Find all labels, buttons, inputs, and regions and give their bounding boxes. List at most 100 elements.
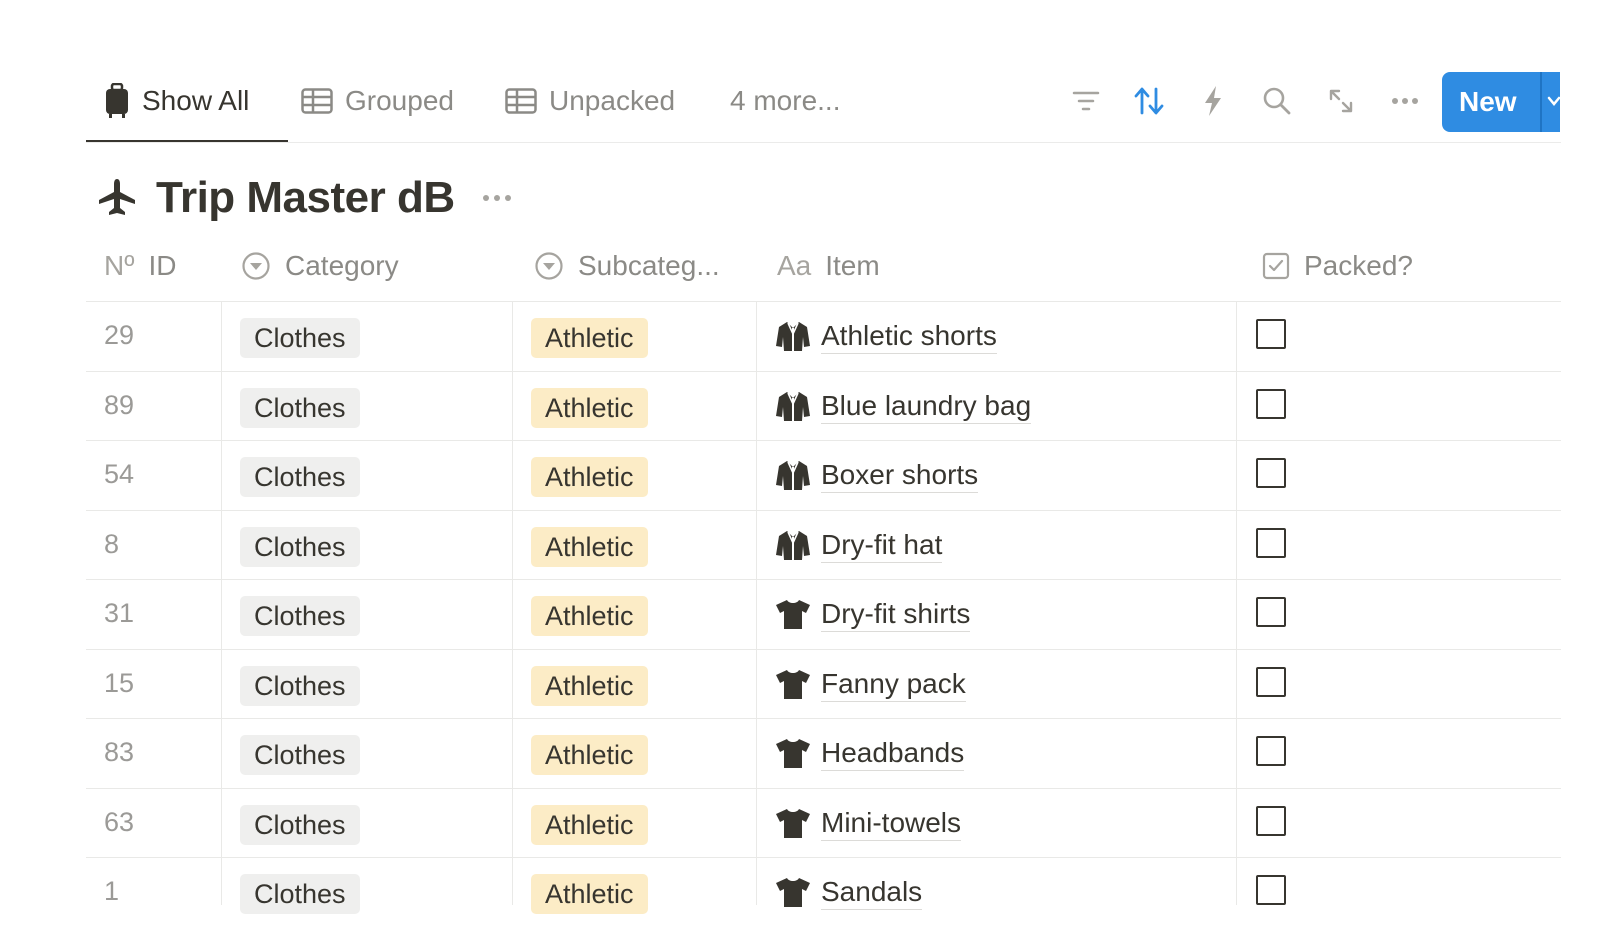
expand-icon	[1329, 89, 1353, 113]
column-header-id[interactable]: Nº ID	[104, 244, 176, 288]
subcategory-tag[interactable]: Athletic	[531, 666, 648, 706]
subcategory-tag[interactable]: Athletic	[531, 874, 648, 914]
title-more-button[interactable]	[481, 193, 513, 203]
expand-button[interactable]	[1324, 84, 1358, 118]
packed-checkbox[interactable]	[1256, 806, 1286, 836]
sort-button[interactable]	[1132, 84, 1166, 118]
item-name: Dry-fit shirts	[821, 597, 971, 632]
tab-unpacked[interactable]: Unpacked	[505, 78, 675, 124]
select-icon	[241, 251, 271, 281]
item-link[interactable]: Blue laundry bag	[773, 386, 1032, 426]
column-header-category[interactable]: Category	[241, 244, 399, 288]
table-row[interactable]: 83 Clothes Athletic Headbands	[0, 719, 1607, 788]
item-link[interactable]: Dry-fit shirts	[773, 594, 971, 634]
filter-icon	[1072, 91, 1100, 111]
subcategory-tag[interactable]: Athletic	[531, 318, 648, 358]
tshirt-icon	[773, 876, 813, 908]
row-id: 89	[104, 390, 135, 420]
item-link[interactable]: Dry-fit hat	[773, 525, 943, 565]
search-button[interactable]	[1260, 84, 1294, 118]
packed-checkbox[interactable]	[1256, 667, 1286, 697]
tab-grouped[interactable]: Grouped	[301, 78, 454, 124]
packed-checkbox[interactable]	[1256, 319, 1286, 349]
jacket-icon	[773, 459, 813, 491]
row-id: 8	[104, 529, 120, 559]
table-row[interactable]: 8 Clothes Athletic Dry-fit hat	[0, 511, 1607, 580]
packed-checkbox[interactable]	[1256, 458, 1286, 488]
item-link[interactable]: Headbands	[773, 733, 965, 773]
category-tag[interactable]: Clothes	[240, 596, 360, 636]
tshirt-icon	[773, 598, 813, 630]
column-header-packed[interactable]: Packed?	[1262, 244, 1413, 288]
column-header-packed-label: Packed?	[1304, 250, 1413, 281]
packed-checkbox[interactable]	[1256, 597, 1286, 627]
table-row[interactable]: 63 Clothes Athletic Mini-towels	[0, 789, 1607, 858]
table-row[interactable]: 31 Clothes Athletic Dry-fit shirts	[0, 580, 1607, 649]
table-row[interactable]: 15 Clothes Athletic Fanny pack	[0, 650, 1607, 719]
row-id: 15	[104, 668, 135, 698]
table-row[interactable]: 54 Clothes Athletic Boxer shorts	[0, 441, 1607, 510]
packed-checkbox[interactable]	[1256, 736, 1286, 766]
column-header-item[interactable]: Aa Item	[777, 244, 880, 288]
subcategory-tag[interactable]: Athletic	[531, 388, 648, 428]
more-icon	[482, 195, 511, 201]
item-name: Dry-fit hat	[821, 528, 943, 563]
text-property-icon: Aa	[777, 250, 812, 281]
subcategory-tag[interactable]: Athletic	[531, 527, 648, 567]
automation-button[interactable]	[1196, 84, 1230, 118]
search-icon	[1263, 87, 1291, 115]
row-id: 63	[104, 807, 135, 837]
row-divider	[86, 718, 1561, 719]
table-icon	[505, 88, 537, 114]
category-tag[interactable]: Clothes	[240, 388, 360, 428]
item-link[interactable]: Boxer shorts	[773, 455, 979, 495]
tab-show-all[interactable]: Show All	[104, 78, 249, 124]
packed-checkbox[interactable]	[1256, 528, 1286, 558]
category-tag[interactable]: Clothes	[240, 735, 360, 775]
table-row[interactable]: 29 Clothes Athletic Athletic shorts	[0, 302, 1607, 371]
subcategory-tag[interactable]: Athletic	[531, 805, 648, 845]
packed-checkbox[interactable]	[1256, 389, 1286, 419]
column-header-subcategory[interactable]: Subcateg...	[534, 244, 720, 288]
subcategory-tag[interactable]: Athletic	[531, 457, 648, 497]
column-header-item-label: Item	[825, 250, 880, 281]
item-link[interactable]: Sandals	[773, 872, 923, 912]
item-name: Mini-towels	[821, 806, 962, 841]
number-icon: Nº	[104, 250, 135, 281]
item-link[interactable]: Athletic shorts	[773, 316, 997, 356]
jacket-icon	[773, 320, 813, 352]
item-link[interactable]: Mini-towels	[773, 803, 962, 843]
category-tag[interactable]: Clothes	[240, 874, 360, 914]
item-name: Boxer shorts	[821, 458, 979, 493]
tab-show-all-label: Show All	[142, 85, 250, 116]
category-tag[interactable]: Clothes	[240, 527, 360, 567]
subcategory-tag[interactable]: Athletic	[531, 596, 648, 636]
new-button[interactable]: New	[1442, 72, 1560, 132]
row-divider	[86, 510, 1561, 511]
filter-button[interactable]	[1069, 84, 1103, 118]
category-tag[interactable]: Clothes	[240, 457, 360, 497]
table-row[interactable]: 89 Clothes Athletic Blue laundry bag	[0, 372, 1607, 441]
sort-icon	[1134, 87, 1164, 115]
table-row[interactable]: 1 Clothes Athletic Sandals	[0, 858, 1607, 927]
more-options-button[interactable]	[1388, 84, 1422, 118]
row-divider	[86, 788, 1561, 789]
chevron-down-icon[interactable]	[1547, 94, 1560, 108]
luggage-icon	[104, 83, 130, 119]
tab-unpacked-label: Unpacked	[549, 85, 676, 116]
database-title[interactable]: Trip Master dB	[156, 173, 455, 223]
subcategory-tag[interactable]: Athletic	[531, 735, 648, 775]
tshirt-icon	[773, 807, 813, 839]
row-divider	[86, 371, 1561, 372]
category-tag[interactable]: Clothes	[240, 318, 360, 358]
tshirt-icon	[773, 737, 813, 769]
category-tag[interactable]: Clothes	[240, 805, 360, 845]
item-link[interactable]: Fanny pack	[773, 664, 966, 704]
category-tag[interactable]: Clothes	[240, 666, 360, 706]
column-header-id-label: ID	[148, 250, 177, 281]
more-views-button[interactable]: 4 more...	[730, 78, 840, 124]
item-name: Athletic shorts	[821, 319, 997, 354]
packed-checkbox[interactable]	[1256, 875, 1286, 905]
tshirt-icon	[773, 668, 813, 700]
tabbar-divider	[86, 142, 1561, 143]
